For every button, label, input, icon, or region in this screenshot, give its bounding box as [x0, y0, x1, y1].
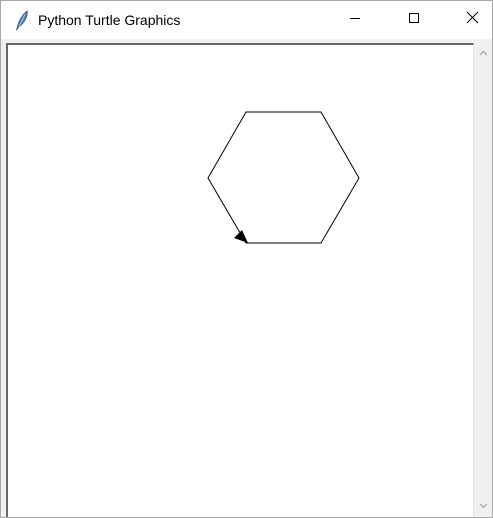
- drawing-surface: [207, 111, 360, 244]
- minimize-icon: [349, 11, 361, 29]
- turtle-window: Python Turtle Graphics: [0, 0, 493, 518]
- minimize-button[interactable]: [332, 1, 378, 39]
- close-icon: [466, 11, 479, 29]
- close-button[interactable]: [449, 1, 492, 39]
- maximize-icon: [408, 11, 420, 29]
- turtle-canvas[interactable]: [6, 43, 474, 517]
- client-area: [1, 39, 492, 517]
- maximize-button[interactable]: [391, 1, 437, 39]
- window-title: Python Turtle Graphics: [38, 12, 181, 28]
- turtle-cursor: [234, 230, 248, 243]
- scroll-down-arrow-icon: [479, 496, 488, 514]
- scroll-up-arrow-icon: [479, 43, 488, 61]
- scroll-down-button[interactable]: [475, 496, 492, 513]
- vertical-scrollbar[interactable]: [475, 39, 492, 517]
- title-bar[interactable]: Python Turtle Graphics: [1, 1, 492, 39]
- hexagon-shape: [207, 111, 360, 244]
- feather-icon: [11, 9, 33, 31]
- scroll-up-button[interactable]: [475, 43, 492, 60]
